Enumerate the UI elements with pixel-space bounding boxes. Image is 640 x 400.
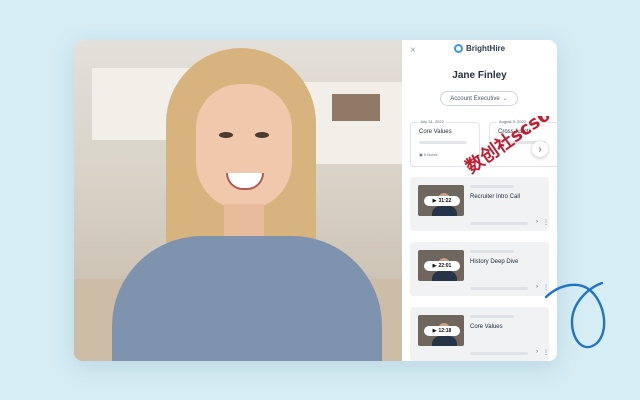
role-dropdown[interactable]: Account Executive ⌄ — [440, 91, 518, 106]
watermark-text: 数创社scs66 — [463, 116, 565, 178]
role-label: Account Executive — [450, 95, 500, 102]
notes-count: ▣ 5 Notes — [419, 152, 438, 157]
clip-title: Recruiter Intro Call — [470, 194, 521, 200]
duration-badge: ▶ 22:01 — [424, 261, 460, 271]
placeholder-line — [470, 222, 528, 225]
video-interview-card: × BrightHire Jane Finley Account Executi… — [74, 40, 557, 361]
clip-thumbnail[interactable]: ▶ 12:18 — [418, 315, 464, 346]
notes-date: July 31, 2022 — [418, 119, 446, 124]
duration-badge: ▶ 12:18 — [424, 326, 460, 336]
chevron-right-icon[interactable]: › — [536, 349, 538, 355]
brighthire-logo-icon — [454, 44, 463, 53]
brand-name: BrightHire — [466, 44, 506, 53]
clip-title: History Deep Dive — [470, 259, 519, 265]
placeholder-line — [470, 287, 528, 290]
chevron-down-icon: ⌄ — [502, 96, 508, 102]
placeholder-line — [470, 315, 514, 318]
clip-title: Core Values — [470, 324, 503, 330]
brand-header: BrightHire — [454, 44, 505, 53]
play-icon: ▶ — [432, 263, 437, 269]
thumbnail-person-body — [432, 271, 457, 281]
candidate-face — [196, 84, 292, 210]
decorative-loop-icon — [544, 281, 606, 349]
more-options-icon[interactable]: ⋮ — [543, 219, 549, 226]
placeholder-line — [470, 352, 528, 355]
play-icon: ▶ — [432, 198, 437, 204]
placeholder-line — [419, 141, 467, 144]
placeholder-line — [470, 250, 514, 253]
clip-card[interactable]: ▶ 22:01 History Deep Dive › ⋮ — [410, 242, 549, 296]
chevron-right-icon[interactable]: › — [536, 219, 538, 225]
clip-thumbnail[interactable]: ▶ 31:22 — [418, 185, 464, 216]
play-icon: ▶ — [432, 328, 437, 334]
background-books — [332, 94, 380, 121]
notes-title: Core Values — [419, 129, 452, 135]
clip-card[interactable]: ▶ 12:18 Core Values › ⋮ — [410, 307, 549, 361]
duration-badge: ▶ 31:22 — [424, 196, 460, 206]
close-icon[interactable]: × — [410, 45, 416, 56]
candidate-eye — [219, 132, 233, 138]
watermark: 数创社scs66 — [463, 116, 565, 178]
thumbnail-person-body — [432, 336, 457, 346]
brighthire-sidebar: × BrightHire Jane Finley Account Executi… — [402, 40, 557, 361]
candidate-shirt — [112, 236, 382, 361]
clip-thumbnail[interactable]: ▶ 22:01 — [418, 250, 464, 281]
chevron-right-icon[interactable]: › — [536, 284, 538, 290]
thumbnail-person-body — [432, 206, 457, 216]
candidate-name: Jane Finley — [452, 70, 507, 81]
candidate-eye — [255, 132, 269, 138]
candidate-video[interactable] — [74, 40, 402, 361]
